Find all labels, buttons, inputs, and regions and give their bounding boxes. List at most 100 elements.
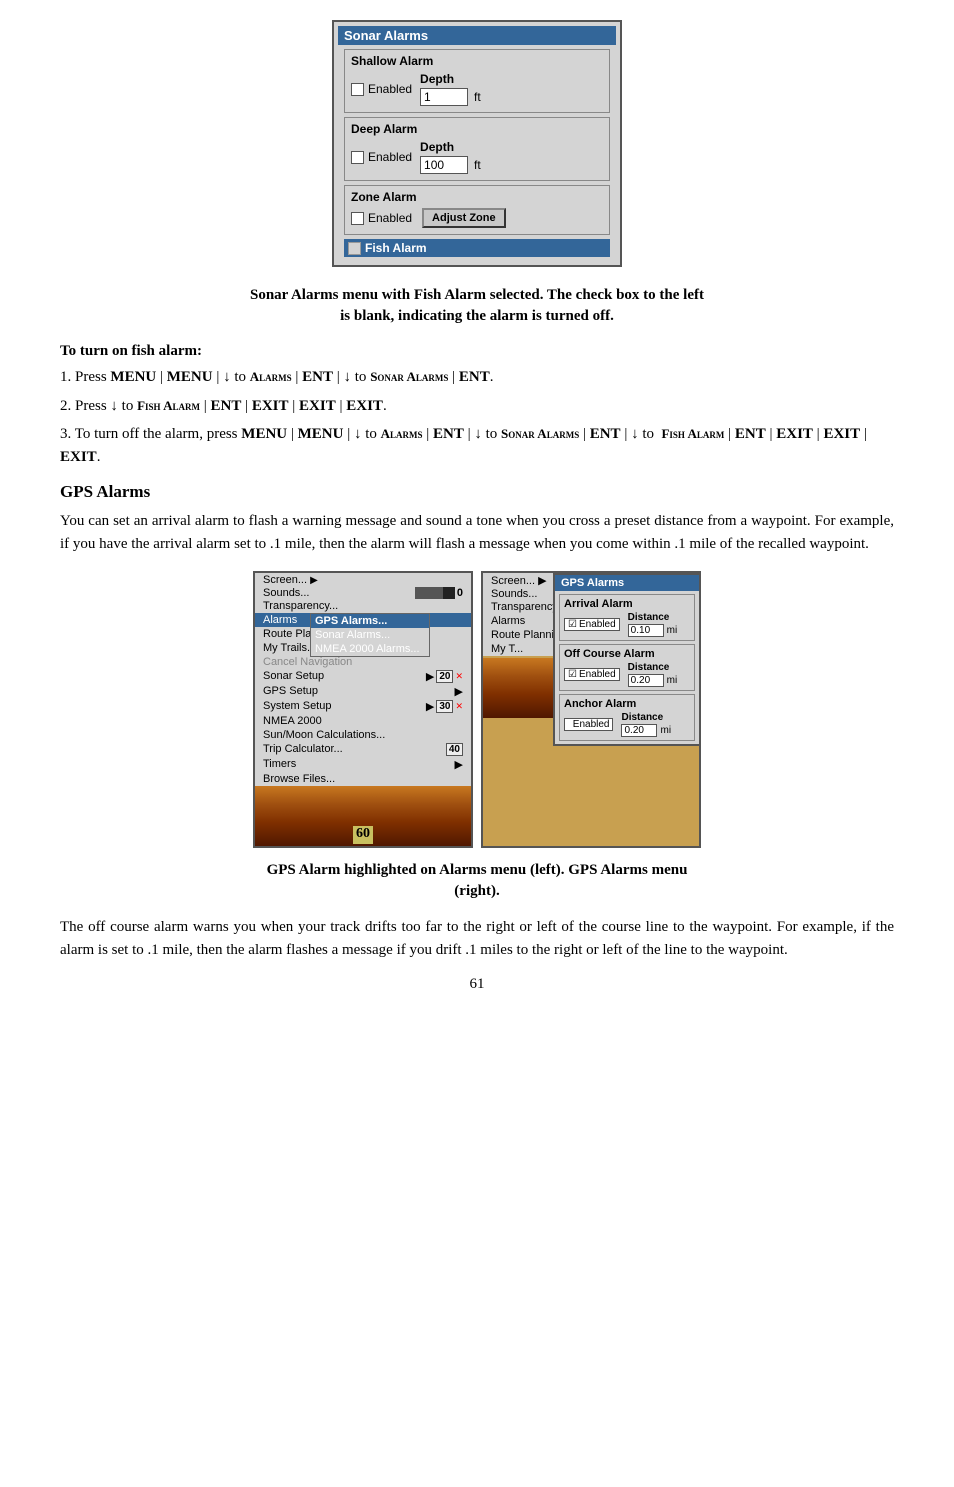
left-screenshot: Screen... ▶ Sounds... 0 Transparency... … (253, 571, 473, 848)
off-course-distance-label: Distance (628, 662, 678, 673)
caption1-line1: Sonar Alarms menu with Fish Alarm select… (60, 285, 894, 306)
gps-body2: The off course alarm warns you when your… (60, 916, 894, 963)
page-number: 61 (60, 976, 894, 993)
arrival-enabled-box[interactable]: ☑ Enabled (564, 618, 620, 631)
arrival-distance-row: 0.10 mi (628, 624, 678, 637)
left-system-setup[interactable]: System Setup ▶ 30 ✕ (255, 699, 471, 714)
anchor-enabled-box[interactable]: Enabled (564, 718, 613, 731)
deep-depth-input[interactable]: 100 (420, 156, 468, 174)
fish-alarm-checkbox[interactable] (348, 242, 361, 255)
screenshots-caption: GPS Alarm highlighted on Alarms menu (le… (60, 860, 894, 902)
left-menu: Screen... ▶ Sounds... 0 Transparency... … (255, 573, 471, 786)
left-menu-screen: Screen... ▶ (255, 573, 471, 587)
anchor-distance-label: Distance (621, 712, 671, 723)
arrival-distance-label: Distance (628, 612, 678, 623)
right-sounds: Sounds... (491, 588, 537, 600)
deep-enabled-checkbox[interactable] (351, 151, 364, 164)
left-alarms-highlighted[interactable]: Alarms GPS Alarms... Sonar Alarms... NME… (255, 613, 471, 627)
anchor-distance-unit: mi (660, 725, 671, 736)
off-course-enabled-row: ☑ Enabled Distance 0.20 mi (564, 662, 690, 687)
anchor-distance-input[interactable]: 0.20 (621, 724, 657, 737)
deep-enabled-label: Enabled (368, 150, 412, 164)
fish-alarm-row[interactable]: Fish Alarm (344, 239, 610, 257)
shallow-depth-unit: ft (474, 90, 481, 104)
arrival-enabled-row: ☑ Enabled Distance 0.10 mi (564, 612, 690, 637)
left-gps-alarms-highlighted[interactable]: GPS Alarms... (311, 614, 429, 628)
anchor-alarm-group: Anchor Alarm Enabled Distance 0.20 mi (559, 694, 695, 741)
gps-body1: You can set an arrival alarm to flash a … (60, 510, 894, 557)
arrival-alarm-title: Arrival Alarm (564, 598, 690, 610)
anchor-enabled-row: Enabled Distance 0.20 mi (564, 712, 690, 737)
off-course-alarm-title: Off Course Alarm (564, 648, 690, 660)
screenshots-row: Screen... ▶ Sounds... 0 Transparency... … (60, 571, 894, 848)
anchor-enabled-label: Enabled (573, 719, 610, 730)
deep-depth-label: Depth (420, 140, 481, 154)
anchor-alarm-title: Anchor Alarm (564, 698, 690, 710)
shallow-depth-label: Depth (420, 72, 481, 86)
left-sonar-alarms[interactable]: Sonar Alarms... (311, 628, 429, 642)
left-browse-files: Browse Files... (255, 772, 471, 786)
shallow-enabled-row: Enabled (351, 82, 412, 96)
deep-alarm-title: Deep Alarm (351, 122, 603, 136)
shallow-alarm-title: Shallow Alarm (351, 54, 603, 68)
left-timers[interactable]: Timers▶ (255, 757, 471, 772)
arrival-distance-unit: mi (667, 625, 678, 636)
left-sunmoon: Sun/Moon Calculations... (255, 728, 471, 742)
left-cancel-nav: Cancel Navigation (255, 655, 471, 669)
deep-enabled-row: Enabled (351, 150, 412, 164)
sonar-alarms-title: Sonar Alarms (338, 26, 616, 45)
deep-alarm-group: Deep Alarm Enabled Depth 100 ft (344, 117, 610, 181)
off-course-distance-unit: mi (667, 675, 678, 686)
off-course-enabled-box[interactable]: ☑ Enabled (564, 668, 620, 681)
left-sonar-image: 50 60 (255, 786, 471, 846)
instruction-step1: 1. Press MENU | MENU | ↓ to Alarms | ENT… (60, 366, 894, 389)
left-gps-setup[interactable]: GPS Setup▶ (255, 684, 471, 699)
sonar-alarms-container: Sonar Alarms Shallow Alarm Enabled Depth… (60, 20, 894, 267)
caption1: Sonar Alarms menu with Fish Alarm select… (60, 285, 894, 327)
shallow-depth-input[interactable]: 1 (420, 88, 468, 106)
zone-enabled-label: Enabled (368, 211, 412, 225)
arrival-alarm-group: Arrival Alarm ☑ Enabled Distance 0.10 mi (559, 594, 695, 641)
anchor-distance-row: 0.20 mi (621, 724, 671, 737)
deep-depth-row: 100 ft (420, 156, 481, 174)
instruction-step2: 2. Press ↓ to Fish Alarm | ENT | EXIT | … (60, 395, 894, 418)
adjust-zone-button[interactable]: Adjust Zone (422, 208, 506, 228)
zone-alarm-row: Enabled Adjust Zone (351, 208, 603, 228)
left-sonar-setup[interactable]: Sonar Setup ▶ 20 ✕ (255, 669, 471, 684)
zone-enabled-checkbox[interactable] (351, 212, 364, 225)
instruction-heading: To turn on fish alarm: (60, 343, 894, 360)
shallow-depth-row: 1 ft (420, 88, 481, 106)
gps-alarms-heading: GPS Alarms (60, 482, 894, 502)
gps-popup: GPS Alarms Arrival Alarm ☑ Enabled Dista… (553, 573, 701, 746)
sonar-alarms-box: Sonar Alarms Shallow Alarm Enabled Depth… (332, 20, 622, 267)
off-course-enabled-label: Enabled (579, 669, 616, 680)
shallow-depth-col: Depth 1 ft (420, 72, 481, 106)
zone-alarm-group: Zone Alarm Enabled Adjust Zone (344, 185, 610, 235)
right-screenshot: Screen... ▶ Sounds... 0 Transparency... … (481, 571, 701, 848)
left-sixty: 60 (353, 826, 373, 844)
fish-alarm-label: Fish Alarm (365, 241, 427, 255)
left-transparency: Transparency... (255, 599, 471, 613)
screenshots-caption-line1: GPS Alarm highlighted on Alarms menu (le… (60, 860, 894, 881)
deep-depth-col: Depth 100 ft (420, 140, 481, 174)
instruction-step3: 3. To turn off the alarm, press MENU | M… (60, 423, 894, 468)
shallow-alarm-group: Shallow Alarm Enabled Depth 1 ft (344, 49, 610, 113)
zone-enabled-row: Enabled (351, 211, 412, 225)
left-nmea-alarms[interactable]: NMEA 2000 Alarms... (311, 642, 429, 656)
screenshots-caption-line2: (right). (60, 881, 894, 902)
off-course-distance-row: 0.20 mi (628, 674, 678, 687)
left-trip-calc[interactable]: Trip Calculator... 40 (255, 742, 471, 757)
left-sounds: Sounds... (263, 587, 309, 599)
arrival-distance-input[interactable]: 0.10 (628, 624, 664, 637)
deep-alarm-row: Enabled Depth 100 ft (351, 140, 603, 174)
off-course-alarm-group: Off Course Alarm ☑ Enabled Distance 0.20… (559, 644, 695, 691)
gps-popup-title: GPS Alarms (555, 575, 699, 591)
zone-alarm-title: Zone Alarm (351, 190, 603, 204)
shallow-enabled-checkbox[interactable] (351, 83, 364, 96)
arrival-enabled-label: Enabled (579, 619, 616, 630)
shallow-alarm-row: Enabled Depth 1 ft (351, 72, 603, 106)
shallow-enabled-label: Enabled (368, 82, 412, 96)
off-course-distance-input[interactable]: 0.20 (628, 674, 664, 687)
deep-depth-unit: ft (474, 158, 481, 172)
caption1-line2: is blank, indicating the alarm is turned… (60, 306, 894, 327)
